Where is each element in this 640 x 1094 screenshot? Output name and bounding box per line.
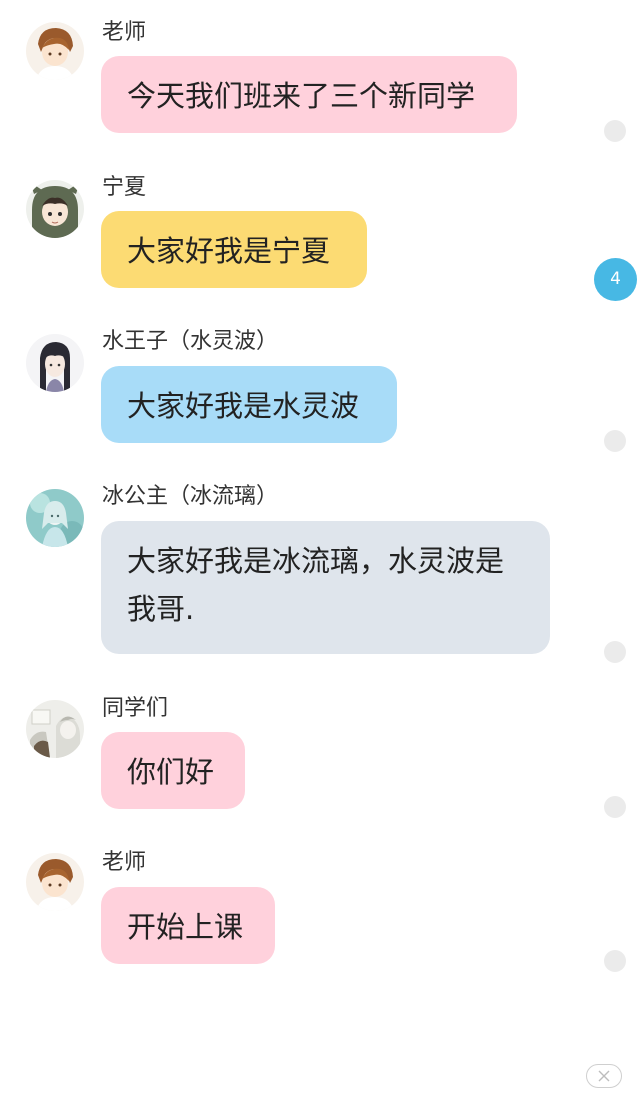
message-bubble[interactable]: 开始上课 bbox=[101, 887, 275, 964]
sender-name: 同学们 bbox=[102, 696, 169, 721]
close-button[interactable] bbox=[586, 1064, 622, 1088]
read-status-dot bbox=[604, 796, 626, 818]
read-status-dot bbox=[604, 120, 626, 142]
teacher-avatar[interactable] bbox=[26, 22, 84, 80]
teacher-avatar[interactable] bbox=[26, 853, 84, 911]
read-status-dot bbox=[604, 430, 626, 452]
message-bubble[interactable]: 大家好我是冰流璃，水灵波是我哥. bbox=[101, 521, 550, 654]
unread-count-badge[interactable]: 4 bbox=[594, 258, 637, 301]
close-icon bbox=[598, 1070, 610, 1082]
sender-name: 宁夏 bbox=[102, 175, 147, 200]
water-prince-avatar[interactable] bbox=[26, 334, 84, 392]
chat-conversation: 老师 今天我们班来了三个新同学 宁夏 大家好我是宁夏 4 水王子（水灵波） 大家… bbox=[0, 0, 640, 1094]
sender-name: 水王子（水灵波） bbox=[102, 329, 279, 354]
message-bubble[interactable]: 你们好 bbox=[101, 732, 245, 809]
ice-princess-avatar[interactable] bbox=[26, 489, 84, 547]
message-bubble[interactable]: 大家好我是水灵波 bbox=[101, 366, 397, 443]
classmates-avatar[interactable] bbox=[26, 700, 84, 758]
sender-name: 老师 bbox=[102, 850, 147, 875]
sender-name: 老师 bbox=[102, 20, 147, 45]
message-bubble[interactable]: 今天我们班来了三个新同学 bbox=[101, 56, 517, 133]
message-bubble[interactable]: 大家好我是宁夏 bbox=[101, 211, 367, 288]
read-status-dot bbox=[604, 950, 626, 972]
ningxia-avatar[interactable] bbox=[26, 180, 84, 238]
read-status-dot bbox=[604, 641, 626, 663]
sender-name: 冰公主（冰流璃） bbox=[102, 484, 279, 509]
